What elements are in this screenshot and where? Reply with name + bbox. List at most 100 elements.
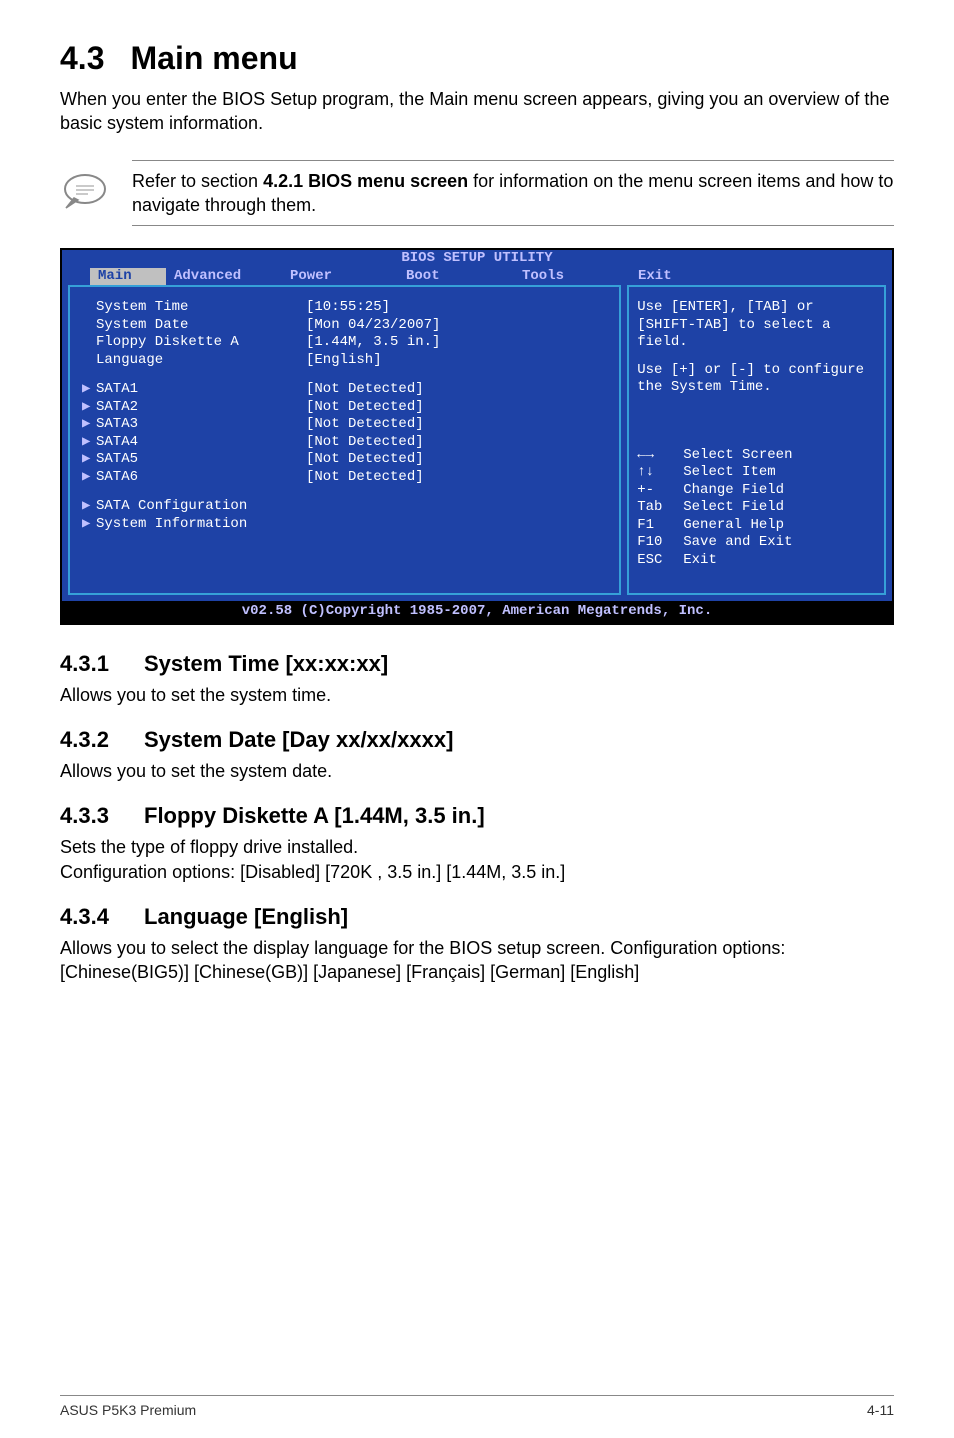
bios-row-label: SATA5 xyxy=(96,451,306,469)
subsection-heading: 4.3.3 Floppy Diskette A [1.44M, 3.5 in.] xyxy=(60,803,894,829)
subsection-heading: 4.3.2 System Date [Day xx/xx/xxxx] xyxy=(60,727,894,753)
bios-row-value: [English] xyxy=(306,352,382,370)
note-block: Refer to section 4.2.1 BIOS menu screen … xyxy=(60,154,894,237)
bios-tab-advanced[interactable]: Advanced xyxy=(166,268,282,286)
bios-hint-desc: Select Field xyxy=(683,499,876,517)
note-icon xyxy=(60,160,114,219)
bios-hint-desc: Change Field xyxy=(683,482,876,500)
bios-row-value: [10:55:25] xyxy=(306,299,390,317)
submenu-arrow-icon xyxy=(82,352,96,370)
subsection-title: System Date [Day xx/xx/xxxx] xyxy=(144,727,453,752)
bios-hint-key: ↑↓ xyxy=(637,464,683,482)
bios-row[interactable]: ▶SATA4[Not Detected] xyxy=(82,434,607,452)
bios-row[interactable]: System Date[Mon 04/23/2007] xyxy=(82,317,607,335)
bios-row[interactable]: Floppy Diskette A[1.44M, 3.5 in.] xyxy=(82,334,607,352)
bios-tab-boot[interactable]: Boot xyxy=(398,268,514,286)
bios-row[interactable]: Language[English] xyxy=(82,352,607,370)
bios-tab-tools[interactable]: Tools xyxy=(514,268,630,286)
bios-row[interactable]: System Time[10:55:25] xyxy=(82,299,607,317)
bios-footer: v02.58 (C)Copyright 1985-2007, American … xyxy=(62,601,892,623)
bios-row-value: [Not Detected] xyxy=(306,434,424,452)
submenu-arrow-icon: ▶ xyxy=(82,516,96,534)
bios-row-label: SATA2 xyxy=(96,399,306,417)
bios-right-pane: Use [ENTER], [TAB] or [SHIFT-TAB] to sel… xyxy=(627,285,886,595)
bios-help-text-1: Use [ENTER], [TAB] or [SHIFT-TAB] to sel… xyxy=(637,299,876,352)
bios-hint-key: ESC xyxy=(637,552,683,570)
subsection-heading: 4.3.4 Language [English] xyxy=(60,904,894,930)
subsection-body: Allows you to select the display languag… xyxy=(60,936,894,985)
bios-hint-row: F10Save and Exit xyxy=(637,534,876,552)
subsection-number: 4.3.4 xyxy=(60,904,118,930)
section-intro: When you enter the BIOS Setup program, t… xyxy=(60,87,894,136)
bios-tab-bar: MainAdvancedPowerBootToolsExit xyxy=(62,268,892,286)
bios-hint-desc: Exit xyxy=(683,552,876,570)
bios-tab-exit[interactable]: Exit xyxy=(630,268,746,286)
bios-row-label: SATA1 xyxy=(96,381,306,399)
subsection-title: Floppy Diskette A [1.44M, 3.5 in.] xyxy=(144,803,485,828)
bios-hint-row: ←→Select Screen xyxy=(637,447,876,465)
submenu-arrow-icon: ▶ xyxy=(82,399,96,417)
bios-help-text-2: Use [+] or [-] to configure the System T… xyxy=(637,362,876,397)
subsection-body: Allows you to set the system time. xyxy=(60,683,894,707)
submenu-arrow-icon xyxy=(82,317,96,335)
section-number: 4.3 xyxy=(60,40,104,76)
subsection-number: 4.3.2 xyxy=(60,727,118,753)
note-text: Refer to section 4.2.1 BIOS menu screen … xyxy=(132,160,894,227)
bios-row[interactable]: ▶System Information xyxy=(82,516,607,534)
submenu-arrow-icon: ▶ xyxy=(82,451,96,469)
subsection-body: Sets the type of floppy drive installed.… xyxy=(60,835,894,884)
bios-row-label: Language xyxy=(96,352,306,370)
bios-hint-key: ←→ xyxy=(637,447,683,465)
bios-row-value: [Not Detected] xyxy=(306,399,424,417)
submenu-arrow-icon: ▶ xyxy=(82,416,96,434)
bios-row-label: System Information xyxy=(96,516,306,534)
note-bold: 4.2.1 BIOS menu screen xyxy=(263,171,468,191)
bios-row-label: Floppy Diskette A xyxy=(96,334,306,352)
bios-hint-key: F1 xyxy=(637,517,683,535)
subsection-number: 4.3.3 xyxy=(60,803,118,829)
bios-left-pane: System Time[10:55:25]System Date[Mon 04/… xyxy=(68,285,621,595)
bios-title: BIOS SETUP UTILITY xyxy=(62,250,892,268)
bios-row-label: SATA4 xyxy=(96,434,306,452)
submenu-arrow-icon: ▶ xyxy=(82,434,96,452)
bios-row-label: System Date xyxy=(96,317,306,335)
note-prefix: Refer to section xyxy=(132,171,263,191)
bios-row[interactable]: ▶SATA5[Not Detected] xyxy=(82,451,607,469)
bios-tab-main[interactable]: Main xyxy=(90,268,166,286)
bios-hint-row: +-Change Field xyxy=(637,482,876,500)
bios-row-label: SATA6 xyxy=(96,469,306,487)
subsection-title: System Time [xx:xx:xx] xyxy=(144,651,388,676)
bios-hint-row: ESCExit xyxy=(637,552,876,570)
section-title-text: Main menu xyxy=(130,40,297,76)
section-heading: 4.3 Main menu xyxy=(60,40,894,77)
bios-tab-power[interactable]: Power xyxy=(282,268,398,286)
bios-hints-list: ←→Select Screen↑↓Select Item+-Change Fie… xyxy=(637,447,876,570)
bios-hint-key: Tab xyxy=(637,499,683,517)
subsection-body: Allows you to set the system date. xyxy=(60,759,894,783)
bios-hint-row: TabSelect Field xyxy=(637,499,876,517)
bios-row-value: [Not Detected] xyxy=(306,469,424,487)
bios-hint-key: F10 xyxy=(637,534,683,552)
submenu-arrow-icon: ▶ xyxy=(82,498,96,516)
bios-row[interactable]: ▶SATA2[Not Detected] xyxy=(82,399,607,417)
bios-hint-desc: General Help xyxy=(683,517,876,535)
bios-row[interactable]: ▶SATA Configuration xyxy=(82,498,607,516)
bios-hint-desc: Save and Exit xyxy=(683,534,876,552)
bios-row-label: SATA Configuration xyxy=(96,498,306,516)
submenu-arrow-icon: ▶ xyxy=(82,381,96,399)
bios-screenshot: BIOS SETUP UTILITY MainAdvancedPowerBoot… xyxy=(60,248,894,625)
bios-row[interactable]: ▶SATA3[Not Detected] xyxy=(82,416,607,434)
bios-row-value: [Mon 04/23/2007] xyxy=(306,317,440,335)
bios-row-value: [Not Detected] xyxy=(306,451,424,469)
bios-hint-key: +- xyxy=(637,482,683,500)
subsection-number: 4.3.1 xyxy=(60,651,118,677)
footer-left: ASUS P5K3 Premium xyxy=(60,1402,196,1418)
footer-right: 4-11 xyxy=(867,1402,894,1418)
bios-row-value: [Not Detected] xyxy=(306,416,424,434)
bios-row[interactable]: ▶SATA1[Not Detected] xyxy=(82,381,607,399)
bios-row[interactable]: ▶SATA6[Not Detected] xyxy=(82,469,607,487)
bios-row-value: [1.44M, 3.5 in.] xyxy=(306,334,440,352)
subsection-title: Language [English] xyxy=(144,904,348,929)
bios-hint-row: F1General Help xyxy=(637,517,876,535)
bios-row-label: SATA3 xyxy=(96,416,306,434)
